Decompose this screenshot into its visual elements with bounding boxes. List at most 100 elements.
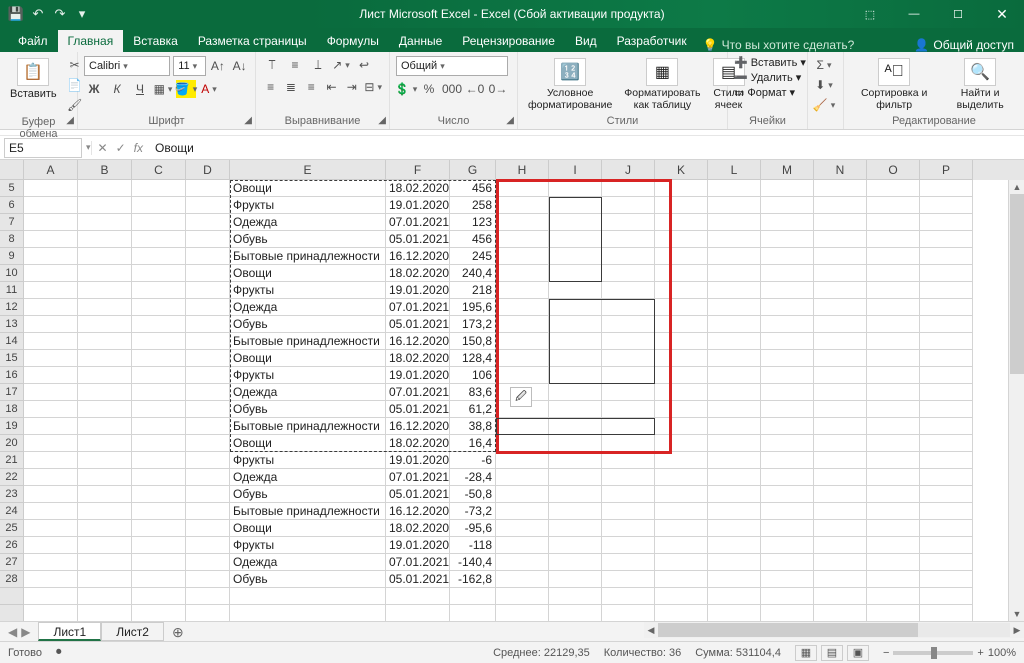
cell[interactable] (655, 282, 708, 299)
hscroll-thumb[interactable] (658, 623, 918, 637)
row-header[interactable]: 20 (0, 435, 24, 452)
cell[interactable] (867, 231, 920, 248)
col-header[interactable]: C (132, 160, 186, 180)
cell[interactable]: 195,6 (450, 299, 496, 316)
increase-decimal-icon[interactable]: ←0 (465, 80, 485, 98)
paste-button[interactable]: 📋 Вставить (6, 56, 61, 102)
font-color-icon[interactable]: A (199, 80, 219, 98)
cell[interactable] (602, 180, 655, 197)
scroll-down-icon[interactable]: ▼ (1009, 607, 1024, 621)
cell[interactable] (920, 452, 973, 469)
cell[interactable] (655, 571, 708, 588)
cell[interactable]: 16.12.2020 (386, 333, 450, 350)
cell[interactable] (549, 248, 602, 265)
cell[interactable] (761, 503, 814, 520)
cell[interactable] (655, 299, 708, 316)
cell[interactable] (496, 571, 549, 588)
cell[interactable] (761, 282, 814, 299)
cell[interactable] (602, 435, 655, 452)
cell[interactable] (920, 486, 973, 503)
cell[interactable]: 38,8 (450, 418, 496, 435)
decrease-font-icon[interactable]: A↓ (230, 57, 249, 75)
cell[interactable]: -50,8 (450, 486, 496, 503)
cell[interactable] (24, 469, 78, 486)
cell[interactable] (814, 231, 867, 248)
cell[interactable] (549, 503, 602, 520)
cell[interactable] (186, 299, 230, 316)
cell[interactable] (78, 299, 132, 316)
cell[interactable] (132, 333, 186, 350)
cell[interactable] (549, 554, 602, 571)
cell[interactable] (920, 537, 973, 554)
cell[interactable]: 07.01.2021 (386, 299, 450, 316)
cell[interactable] (814, 316, 867, 333)
cell[interactable] (814, 282, 867, 299)
cell[interactable] (132, 571, 186, 588)
select-all-triangle[interactable] (0, 160, 24, 180)
cell[interactable] (549, 265, 602, 282)
cell[interactable] (761, 554, 814, 571)
cell[interactable] (24, 231, 78, 248)
cell[interactable] (708, 367, 761, 384)
cell[interactable] (655, 333, 708, 350)
cell[interactable]: 18.02.2020 (386, 350, 450, 367)
cell[interactable] (24, 282, 78, 299)
cell[interactable]: 258 (450, 197, 496, 214)
share-button[interactable]: 👤 Общий доступ (914, 38, 1014, 52)
row-header[interactable]: 7 (0, 214, 24, 231)
number-format-select[interactable]: Общий (396, 56, 508, 76)
cell[interactable] (708, 214, 761, 231)
underline-button[interactable]: Ч (130, 80, 150, 98)
format-cells-button[interactable]: ▭Формат ▾ (734, 86, 801, 99)
row-header[interactable]: 5 (0, 180, 24, 197)
cell[interactable] (761, 367, 814, 384)
wrap-text-icon[interactable]: ↩ (354, 56, 374, 74)
autosum-icon[interactable]: Σ (814, 56, 834, 74)
cell[interactable] (24, 214, 78, 231)
cell[interactable] (186, 333, 230, 350)
cell[interactable] (920, 554, 973, 571)
cell[interactable] (78, 520, 132, 537)
cell[interactable] (24, 316, 78, 333)
cell[interactable] (602, 554, 655, 571)
cell[interactable] (549, 316, 602, 333)
grid-row[interactable]: 23Обувь05.01.2021-50,8 (0, 486, 1024, 503)
cell[interactable] (496, 231, 549, 248)
col-header[interactable]: A (24, 160, 78, 180)
cell[interactable]: 05.01.2021 (386, 316, 450, 333)
cell[interactable] (761, 435, 814, 452)
cell[interactable] (602, 197, 655, 214)
minimize-icon[interactable]: ― (892, 0, 936, 28)
cell[interactable]: 07.01.2021 (386, 384, 450, 401)
cell[interactable] (132, 265, 186, 282)
decrease-decimal-icon[interactable]: 0→ (488, 80, 508, 98)
cell[interactable] (920, 435, 973, 452)
cell[interactable] (496, 299, 549, 316)
cell[interactable]: 19.01.2020 (386, 197, 450, 214)
row-header[interactable]: 10 (0, 265, 24, 282)
cell[interactable]: Бытовые принадлежности (230, 503, 386, 520)
cell[interactable] (78, 367, 132, 384)
cell[interactable] (814, 197, 867, 214)
cell[interactable] (708, 435, 761, 452)
cell[interactable] (708, 180, 761, 197)
cell[interactable] (655, 197, 708, 214)
cell[interactable]: 18.02.2020 (386, 265, 450, 282)
cell[interactable] (549, 333, 602, 350)
cell[interactable] (655, 469, 708, 486)
cell[interactable] (814, 248, 867, 265)
cell[interactable] (920, 401, 973, 418)
cell[interactable] (708, 503, 761, 520)
cell[interactable]: Обувь (230, 231, 386, 248)
cell[interactable]: Овощи (230, 265, 386, 282)
cell[interactable] (920, 384, 973, 401)
cell[interactable] (602, 520, 655, 537)
cell[interactable] (814, 418, 867, 435)
cell[interactable] (549, 384, 602, 401)
grid-row[interactable]: 10Овощи18.02.2020240,4 (0, 265, 1024, 282)
tab-page-layout[interactable]: Разметка страницы (188, 30, 317, 52)
cell[interactable] (186, 282, 230, 299)
cell[interactable]: Одежда (230, 384, 386, 401)
tab-file[interactable]: Файл (8, 30, 58, 52)
cell[interactable] (867, 299, 920, 316)
